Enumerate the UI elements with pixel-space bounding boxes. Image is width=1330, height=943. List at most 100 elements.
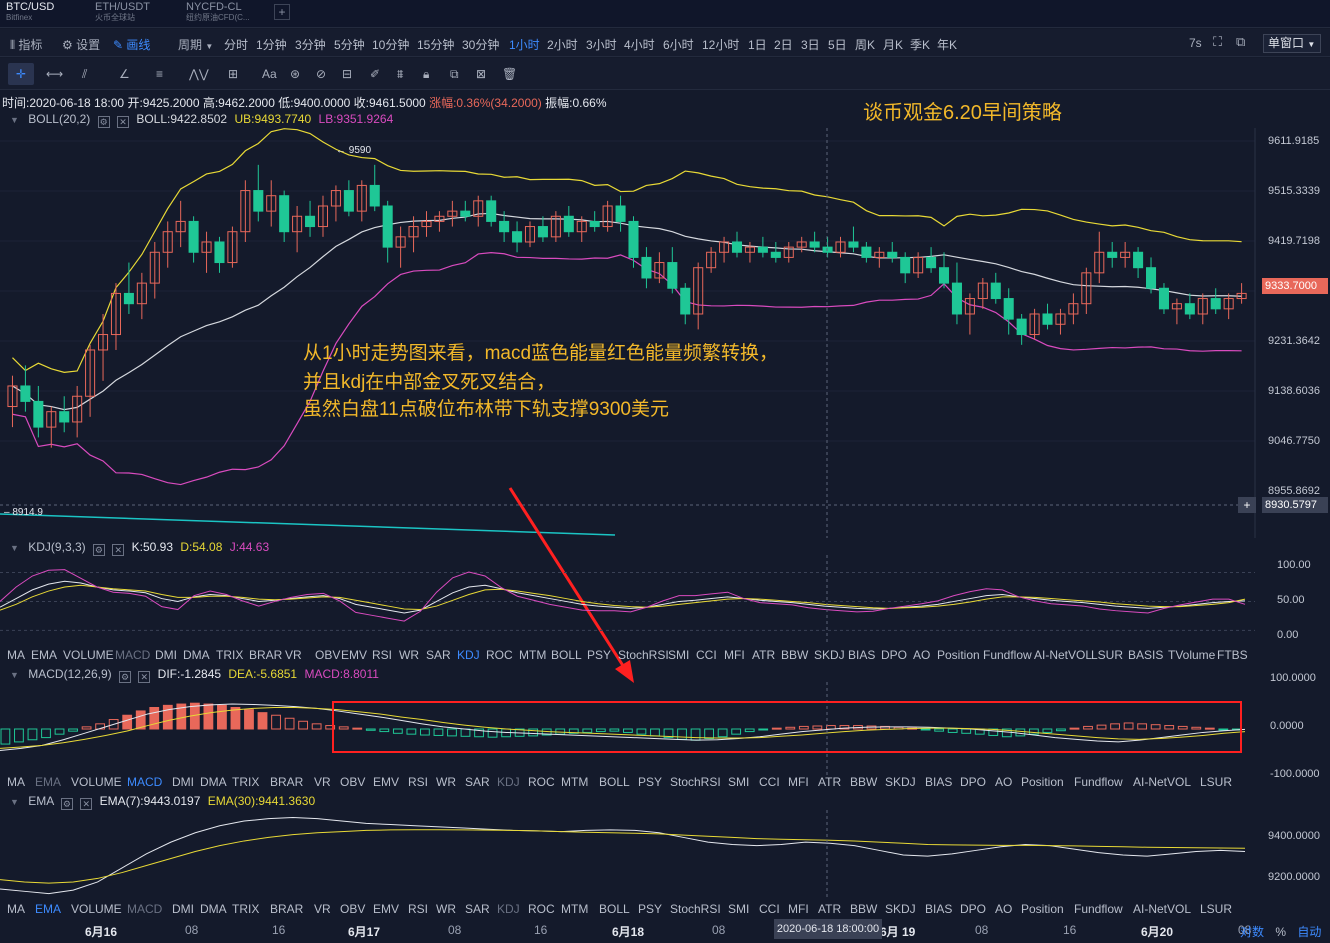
- text-icon[interactable]: Aa: [262, 67, 277, 81]
- indicator-option-fundflow[interactable]: Fundflow: [1074, 902, 1123, 916]
- indicator-option-volume[interactable]: VOLUME: [71, 902, 122, 916]
- indicator-option-roc[interactable]: ROC: [528, 902, 555, 916]
- indicator-option-vr[interactable]: VR: [314, 902, 331, 916]
- settings-icon[interactable]: ⚙: [60, 798, 73, 810]
- indicator-option-mtm[interactable]: MTM: [561, 775, 588, 789]
- indicator-option-stochrsi[interactable]: StochRSI: [670, 775, 721, 789]
- interval-9[interactable]: 3小时: [586, 36, 617, 53]
- indicator-option-atr[interactable]: ATR: [818, 902, 841, 916]
- indicator-option-emv[interactable]: EMV: [341, 648, 367, 662]
- interval-10[interactable]: 4小时: [624, 36, 655, 53]
- interval-8[interactable]: 2小时: [547, 36, 578, 53]
- indicator-option-ma[interactable]: MA: [7, 775, 25, 789]
- indicator-option-brar[interactable]: BRAR: [249, 648, 282, 662]
- indicator-option-emv[interactable]: EMV: [373, 902, 399, 916]
- indicator-option-boll[interactable]: BOLL: [551, 648, 582, 662]
- indicator-option-psy[interactable]: PSY: [638, 902, 662, 916]
- indicator-option-wr[interactable]: WR: [436, 902, 456, 916]
- indicator-option-mfi[interactable]: MFI: [788, 902, 809, 916]
- hide-icon[interactable]: ⊠: [476, 67, 486, 81]
- indicator-option-mtm[interactable]: MTM: [519, 648, 546, 662]
- indicator-option-brar[interactable]: BRAR: [270, 902, 303, 916]
- indicator-option-dma[interactable]: DMA: [200, 902, 227, 916]
- indicator-option-macd[interactable]: MACD: [115, 648, 150, 662]
- indicator-option-bias[interactable]: BIAS: [925, 902, 952, 916]
- indicator-option-obv[interactable]: OBV: [340, 775, 365, 789]
- indicator-option-rsi[interactable]: RSI: [408, 902, 428, 916]
- indicator-option-ai-netvol[interactable]: AI-NetVOL: [1034, 648, 1092, 662]
- grid-icon[interactable]: ⊞: [228, 67, 238, 81]
- indicator-option-dma[interactable]: DMA: [200, 775, 227, 789]
- settings-button[interactable]: ⚙ 设置: [62, 36, 100, 53]
- indicator-option-skdj[interactable]: SKDJ: [885, 902, 916, 916]
- angle-icon[interactable]: ∠: [119, 67, 130, 81]
- fullscreen-icon[interactable]: ⛶: [1213, 34, 1222, 50]
- interval-2[interactable]: 3分钟: [295, 36, 326, 53]
- collapse-icon[interactable]: ▼: [10, 670, 19, 680]
- indicator-option-position[interactable]: Position: [1021, 902, 1064, 916]
- interval-14[interactable]: 2日: [774, 36, 793, 53]
- indicator-option-skdj[interactable]: SKDJ: [814, 648, 845, 662]
- close-icon[interactable]: ✕: [117, 116, 129, 128]
- indicator-option-dma[interactable]: DMA: [183, 648, 210, 662]
- crosshair-icon[interactable]: ✛: [8, 63, 34, 85]
- indicator-option-mfi[interactable]: MFI: [724, 648, 745, 662]
- indicator-option-vr[interactable]: VR: [285, 648, 302, 662]
- interval-16[interactable]: 5日: [828, 36, 847, 53]
- interval-11[interactable]: 6小时: [663, 36, 694, 53]
- interval-5[interactable]: 15分钟: [417, 36, 454, 53]
- indicator-option-roc[interactable]: ROC: [528, 775, 555, 789]
- interval-4[interactable]: 10分钟: [372, 36, 409, 53]
- indicator-option-mtm[interactable]: MTM: [561, 902, 588, 916]
- indicator-option-bbw[interactable]: BBW: [850, 775, 877, 789]
- indicator-option-dmi[interactable]: DMI: [172, 775, 194, 789]
- close-icon[interactable]: ✕: [80, 798, 93, 810]
- indicator-option-mfi[interactable]: MFI: [788, 775, 809, 789]
- indicator-option-macd[interactable]: MACD: [127, 775, 162, 789]
- settings-icon[interactable]: ⚙: [97, 116, 110, 128]
- indicator-option-bias[interactable]: BIAS: [848, 648, 875, 662]
- indicator-option-position[interactable]: Position: [1021, 775, 1064, 789]
- interval-20[interactable]: 年K: [937, 36, 957, 53]
- indicator-option-psy[interactable]: PSY: [587, 648, 611, 662]
- interval-12[interactable]: 12小时: [702, 36, 739, 53]
- indicator-option-obv[interactable]: OBV: [315, 648, 340, 662]
- indicator-option-ao[interactable]: AO: [995, 775, 1012, 789]
- add-alert-button[interactable]: +: [1238, 497, 1256, 513]
- indicator-option-boll[interactable]: BOLL: [599, 902, 630, 916]
- indicator-option-vr[interactable]: VR: [314, 775, 331, 789]
- indicator-option-smi[interactable]: SMI: [728, 775, 749, 789]
- interval-13[interactable]: 1日: [748, 36, 767, 53]
- indicator-option-dpo[interactable]: DPO: [960, 902, 986, 916]
- indicator-option-position[interactable]: Position: [937, 648, 980, 662]
- indicator-option-dpo[interactable]: DPO: [960, 775, 986, 789]
- ruler-icon[interactable]: ⊟: [342, 67, 352, 81]
- indicator-option-trix[interactable]: TRIX: [232, 902, 259, 916]
- indicator-option-cci[interactable]: CCI: [696, 648, 717, 662]
- interval-18[interactable]: 月K: [883, 36, 903, 53]
- lock-icon[interactable]: 🔒︎: [423, 67, 429, 82]
- indicator-option-skdj[interactable]: SKDJ: [885, 775, 916, 789]
- parallel-lines-icon[interactable]: ≡: [156, 67, 163, 81]
- period-dropdown[interactable]: 周期 ▼: [178, 36, 213, 53]
- ema-chart[interactable]: [0, 810, 1255, 900]
- indicator-option-dmi[interactable]: DMI: [155, 648, 177, 662]
- trend-line-icon[interactable]: ⫽: [82, 67, 87, 82]
- indicator-option-cci[interactable]: CCI: [759, 902, 780, 916]
- indicator-option-ema[interactable]: EMA: [35, 775, 61, 789]
- interval-15[interactable]: 3日: [801, 36, 820, 53]
- indicator-option-trix[interactable]: TRIX: [232, 775, 259, 789]
- indicator-option-fundflow[interactable]: Fundflow: [1074, 775, 1123, 789]
- indicator-option-atr[interactable]: ATR: [818, 775, 841, 789]
- collapse-icon[interactable]: ▼: [10, 115, 19, 125]
- indicator-option-sar[interactable]: SAR: [465, 902, 490, 916]
- indicator-option-stochrsi[interactable]: StochRSI: [670, 902, 721, 916]
- indicator-option-dpo[interactable]: DPO: [881, 648, 907, 662]
- auto-scale-toggle[interactable]: 自动: [1297, 925, 1321, 939]
- interval-0[interactable]: 分时: [224, 36, 248, 53]
- collapse-icon[interactable]: ▼: [10, 797, 19, 807]
- indicator-option-cci[interactable]: CCI: [759, 775, 780, 789]
- draw-button[interactable]: ✎ 画线: [113, 36, 150, 53]
- indicator-option-ema[interactable]: EMA: [35, 902, 61, 916]
- indicator-option-bbw[interactable]: BBW: [781, 648, 808, 662]
